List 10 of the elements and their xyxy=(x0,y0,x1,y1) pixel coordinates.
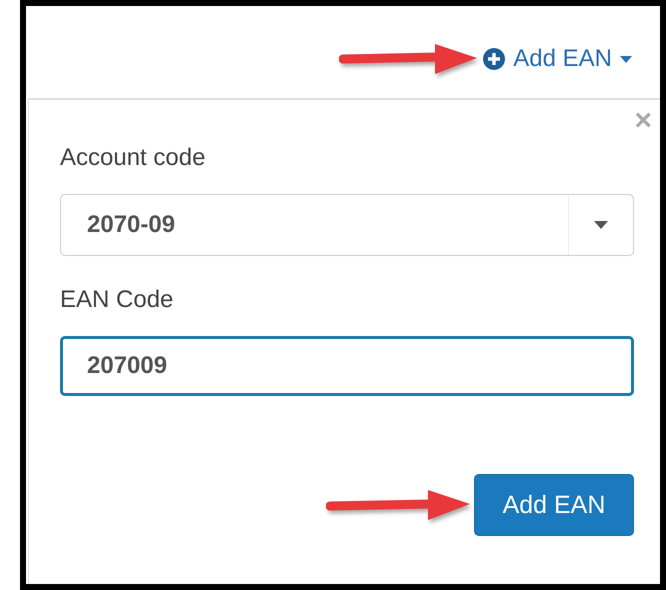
caret-icon xyxy=(594,221,608,229)
select-value: 2070-09 xyxy=(86,211,176,239)
caret-icon xyxy=(620,56,632,62)
ean-code-field[interactable]: 207009 xyxy=(60,336,634,396)
add-ean-dropdown[interactable]: Add EAN xyxy=(483,45,632,73)
field-label: Account code xyxy=(60,144,206,172)
account-code-select[interactable]: 2070-09 xyxy=(60,194,634,256)
field-label: EAN Code xyxy=(60,286,174,314)
add-ean-button[interactable]: Add EAN xyxy=(474,474,634,536)
plus-circle-icon xyxy=(483,48,506,70)
